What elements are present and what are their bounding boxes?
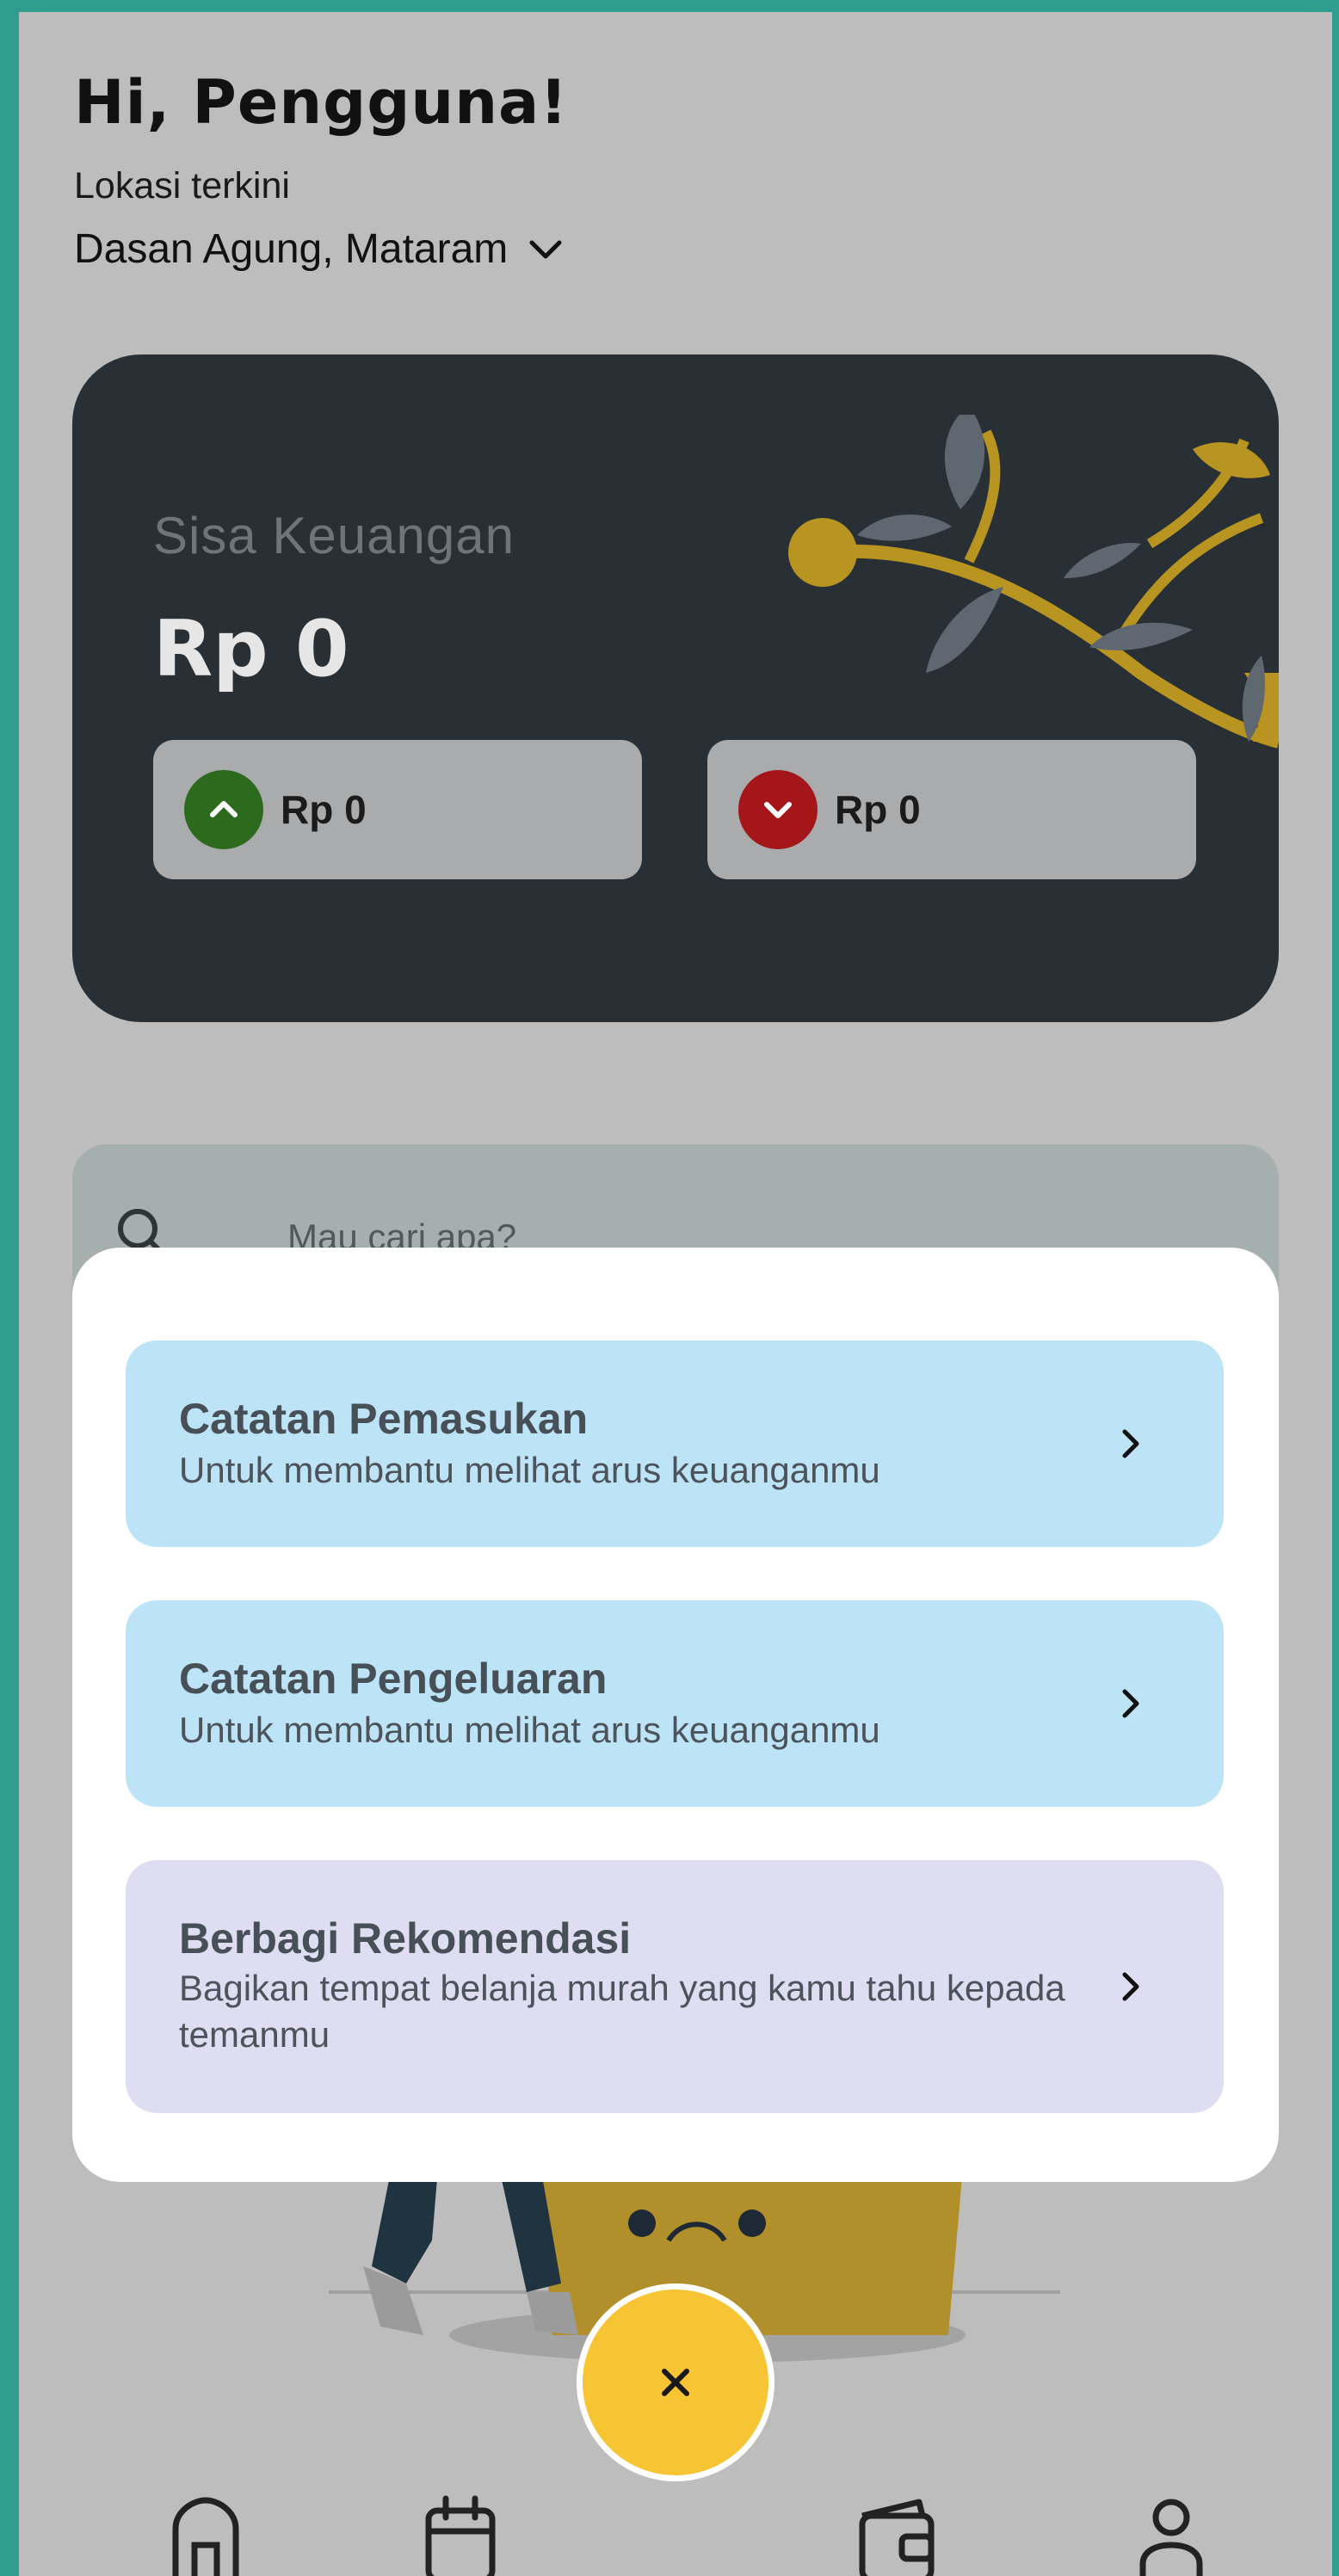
option-berbagi-rekomendasi[interactable]: Berbagi Rekomendasi Bagikan tempat belan… [126, 1860, 1224, 2113]
action-sheet: Catatan Pemasukan Untuk membantu melihat… [72, 1248, 1279, 2182]
option-title: Catatan Pengeluaran [179, 1655, 608, 1703]
option-catatan-pemasukan[interactable]: Catatan Pemasukan Untuk membantu melihat… [126, 1340, 1224, 1547]
option-description: Bagikan tempat belanja murah yang kamu t… [179, 1968, 1065, 2055]
profile-icon[interactable] [1124, 2490, 1219, 2576]
home-icon[interactable] [158, 2490, 253, 2576]
option-description: Untuk membantu melihat arus keuanganmu [179, 1710, 880, 1750]
chevron-right-icon [1122, 1689, 1139, 1718]
arrow-down-icon [738, 770, 818, 849]
option-catatan-pengeluaran[interactable]: Catatan Pengeluaran Untuk membantu melih… [126, 1600, 1224, 1807]
calendar-icon[interactable] [413, 2490, 508, 2576]
greeting-title: Hi, Pengguna! [74, 67, 569, 138]
balance-label: Sisa Keuangan [153, 507, 515, 564]
balance-value: Rp 0 [153, 604, 349, 694]
chevron-right-icon [1122, 1429, 1139, 1458]
close-icon [662, 2369, 689, 2396]
leaf-decoration-icon [788, 415, 1279, 749]
balance-card: Sisa Keuangan Rp 0 Rp 0 Rp 0 [72, 354, 1279, 1022]
income-summary[interactable]: Rp 0 [153, 740, 642, 879]
location-label: Lokasi terkini [74, 165, 290, 206]
chevron-down-icon [529, 240, 562, 258]
arrow-up-icon [184, 770, 263, 849]
screen: Hi, Pengguna! Lokasi terkini Dasan Agung… [19, 12, 1332, 2576]
location-value: Dasan Agung, Mataram [74, 226, 509, 272]
income-amount: Rp 0 [281, 787, 367, 832]
wallet-icon[interactable] [850, 2490, 945, 2576]
close-fab-button[interactable] [577, 2283, 774, 2481]
chevron-right-icon [1122, 1972, 1139, 2001]
expense-summary[interactable]: Rp 0 [707, 740, 1196, 879]
option-description: Untuk membantu melihat arus keuanganmu [179, 1450, 880, 1490]
option-title: Berbagi Rekomendasi [179, 1914, 632, 1963]
option-title: Catatan Pemasukan [179, 1395, 589, 1443]
location-selector[interactable]: Dasan Agung, Mataram [74, 225, 565, 273]
expense-amount: Rp 0 [835, 787, 921, 832]
